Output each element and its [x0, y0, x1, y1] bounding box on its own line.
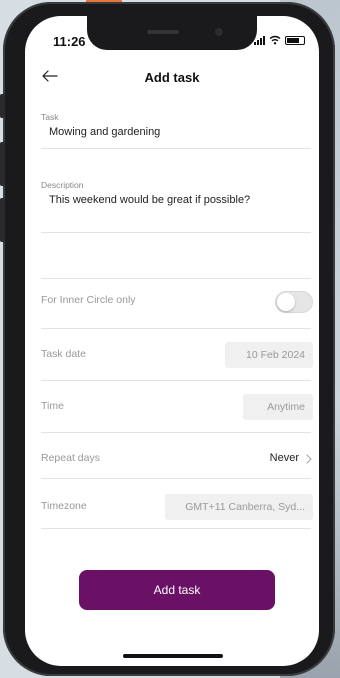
header: Add task	[25, 64, 319, 94]
inner-circle-toggle[interactable]	[275, 291, 313, 313]
app-screen: 11:26 Add task Task Mowing and gardening…	[25, 16, 319, 666]
front-camera	[215, 28, 223, 36]
task-date-picker[interactable]: 10 Feb 2024	[225, 342, 313, 368]
repeat-days-value: Never	[269, 452, 299, 464]
divider	[41, 232, 311, 233]
wifi-icon	[269, 35, 281, 45]
mute-switch	[0, 94, 5, 118]
battery-icon	[285, 35, 305, 45]
task-input[interactable]: Mowing and gardening	[49, 126, 160, 138]
divider	[41, 432, 311, 433]
divider	[41, 278, 311, 279]
time-label: Time	[41, 400, 64, 412]
divider	[41, 528, 311, 529]
home-indicator	[123, 654, 223, 658]
status-icons	[254, 35, 305, 45]
volume-down-button	[0, 198, 5, 242]
timezone-row: Timezone GMT+11 Canberra, Syd...	[41, 486, 313, 530]
phone-frame: 11:26 Add task Task Mowing and gardening…	[0, 2, 335, 676]
time-row: Time Anytime	[41, 386, 313, 430]
divider	[41, 380, 311, 381]
description-label: Description	[41, 180, 84, 190]
timezone-picker[interactable]: GMT+11 Canberra, Syd...	[165, 494, 313, 520]
chevron-right-icon	[305, 452, 313, 464]
speaker	[147, 30, 179, 34]
repeat-days-label: Repeat days	[41, 452, 100, 464]
inner-circle-row: For Inner Circle only	[41, 280, 313, 324]
timezone-label: Timezone	[41, 500, 87, 512]
time-picker[interactable]: Anytime	[243, 394, 313, 420]
task-label: Task	[41, 112, 59, 122]
notch	[87, 16, 257, 50]
repeat-days-row[interactable]: Repeat days Never	[41, 438, 313, 482]
volume-up-button	[0, 142, 5, 186]
divider	[41, 478, 311, 479]
task-date-label: Task date	[41, 348, 86, 360]
description-input[interactable]: This weekend would be great if possible?	[49, 194, 250, 206]
page-title: Add task	[144, 70, 200, 85]
divider	[41, 328, 311, 329]
task-date-row: Task date 10 Feb 2024	[41, 334, 313, 378]
divider	[41, 148, 311, 149]
signal-icon	[254, 35, 265, 45]
toggle-knob	[277, 293, 295, 311]
add-task-button[interactable]: Add task	[79, 570, 275, 610]
status-time: 11:26	[53, 34, 86, 49]
inner-circle-label: For Inner Circle only	[41, 294, 136, 306]
